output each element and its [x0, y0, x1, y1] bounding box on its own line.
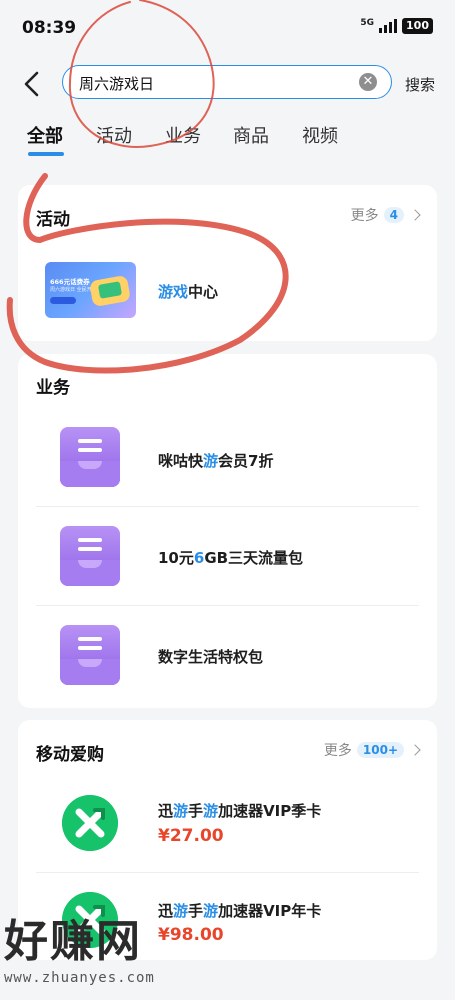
activity-item-title[interactable]: 游戏中心 [158, 281, 218, 302]
search-query: 周六游戏日 [79, 75, 155, 93]
more-count-badge: 4 [383, 207, 404, 223]
more-label: 更多 [350, 208, 379, 224]
search-input[interactable]: 周六游戏日 ✕ [62, 65, 392, 99]
battery-icon: 100 [402, 18, 433, 34]
activity-card: 活动 更多 4 666元话费券 周六游戏日 全民开抢 游戏中心 [18, 185, 437, 341]
divider [36, 506, 419, 507]
chevron-right-icon [409, 209, 421, 221]
more-label: 更多 [323, 743, 352, 759]
business-item-title[interactable]: 数字生活特权包 [158, 646, 263, 667]
divider [36, 872, 419, 873]
clear-icon[interactable]: ✕ [359, 73, 377, 91]
status-time: 08:39 [22, 18, 77, 38]
tab-activity[interactable]: 活动 [96, 122, 132, 148]
site-watermark: 好赚网 www.zhuanyes.com [4, 916, 155, 987]
tab-all[interactable]: 全部 [27, 122, 63, 148]
more-count-badge: 100+ [356, 742, 404, 758]
business-item-title[interactable]: 10元6GB三天流量包 [158, 547, 303, 568]
promo-thumbnail[interactable]: 666元话费券 周六游戏日 全民开抢 [45, 262, 136, 318]
business-item-icon [60, 526, 120, 586]
search-button[interactable]: 搜索 [405, 74, 435, 95]
xunyou-logo-icon [62, 795, 118, 851]
watermark-text: 好赚网 [4, 916, 142, 967]
activity-more-link[interactable]: 更多 4 [350, 205, 421, 225]
signal-icon [379, 19, 398, 33]
tab-bar: 全部 活动 业务 商品 视频 [0, 122, 455, 162]
business-card: 业务 咪咕快游会员7折 10元6GB三天流量包 数字生活特权包 [18, 354, 437, 708]
product-price: ¥27.00 [158, 826, 224, 846]
tab-active-indicator [28, 152, 64, 156]
business-title: 业务 [36, 378, 70, 398]
activity-title: 活动 [36, 210, 70, 230]
divider [36, 605, 419, 606]
business-item-icon [60, 427, 120, 487]
promo-headline: 666元话费券 [50, 278, 90, 286]
shopping-title: 移动爱购 [36, 745, 104, 765]
tab-business[interactable]: 业务 [165, 122, 201, 148]
product-price: ¥98.00 [158, 925, 224, 945]
business-item-title[interactable]: 咪咕快游会员7折 [158, 450, 273, 471]
watermark-url: www.zhuanyes.com [4, 970, 155, 986]
promo-button [50, 297, 76, 304]
product-title[interactable]: 迅游手游加速器VIP季卡 [158, 800, 321, 821]
status-icons: 5G 100 [360, 18, 433, 34]
business-item-icon [60, 625, 120, 685]
back-icon[interactable] [20, 70, 46, 98]
status-bar: 08:39 5G 100 [0, 0, 455, 52]
shopping-more-link[interactable]: 更多 100+ [323, 740, 421, 760]
chevron-right-icon [409, 744, 421, 756]
tab-video[interactable]: 视频 [302, 122, 338, 148]
product-title[interactable]: 迅游手游加速器VIP年卡 [158, 900, 321, 921]
network-label: 5G [360, 17, 375, 28]
tab-goods[interactable]: 商品 [233, 122, 269, 148]
search-row: 周六游戏日 ✕ 搜索 [0, 62, 455, 106]
